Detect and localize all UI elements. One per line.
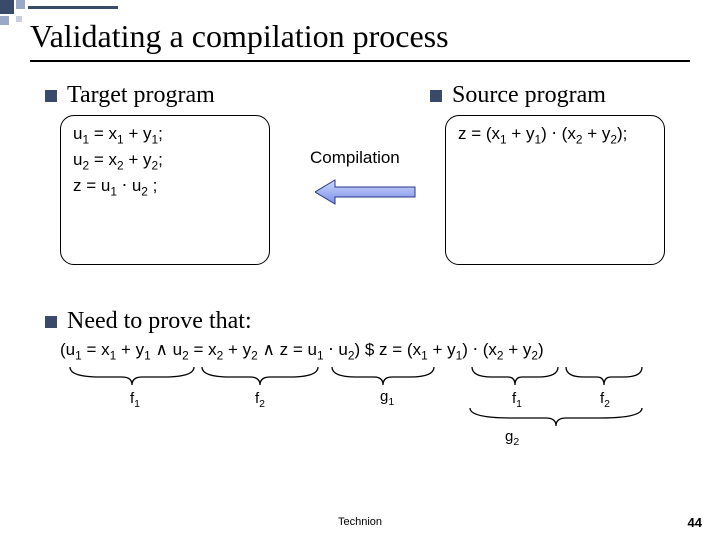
page-number: 44 [688,515,702,530]
formula-label-f2b: f2 [600,390,610,410]
prove-heading-text: Need to prove that: [67,308,252,335]
code-line: u2 = x2 + y2; [73,148,257,174]
brace-icon [200,365,320,387]
source-heading: Source program [430,82,606,109]
brace-icon [330,365,436,387]
formula-label-g1: g1 [380,388,394,408]
bullet-icon [430,90,442,102]
code-line: z = (x1 + y1) ⋅ (x2 + y2); [458,122,652,148]
bullet-icon [45,90,57,102]
formula-label-f1b: f1 [512,390,522,410]
code-line: z = u1 ⋅ u2 ; [73,174,257,200]
brace-icon [470,365,560,387]
prove-formula: (u1 = x1 + y1 ∧ u2 = x2 + y2 ∧ z = u1 ⋅ … [60,340,700,362]
formula-label-f1: f1 [130,390,140,410]
target-heading-text: Target program [67,82,215,109]
slide-title: Validating a compilation process [30,18,449,55]
target-heading: Target program [45,82,215,109]
bullet-icon [45,316,57,328]
formula-label-f2: f2 [255,390,265,410]
source-code-box: z = (x1 + y1) ⋅ (x2 + y2); [445,115,665,265]
brace-icon [564,365,644,387]
brace-icon [468,406,644,428]
code-line: u1 = x1 + y1; [73,122,257,148]
compilation-label: Compilation [310,148,400,168]
title-rule [30,60,690,62]
prove-heading: Need to prove that: [45,308,252,335]
source-heading-text: Source program [452,82,606,109]
formula-label-g2: g2 [505,428,519,448]
compilation-arrow-icon [315,178,425,206]
target-code-box: u1 = x1 + y1; u2 = x2 + y2; z = u1 ⋅ u2 … [60,115,270,265]
footer-org: Technion [0,516,720,528]
brace-icon [68,365,196,387]
